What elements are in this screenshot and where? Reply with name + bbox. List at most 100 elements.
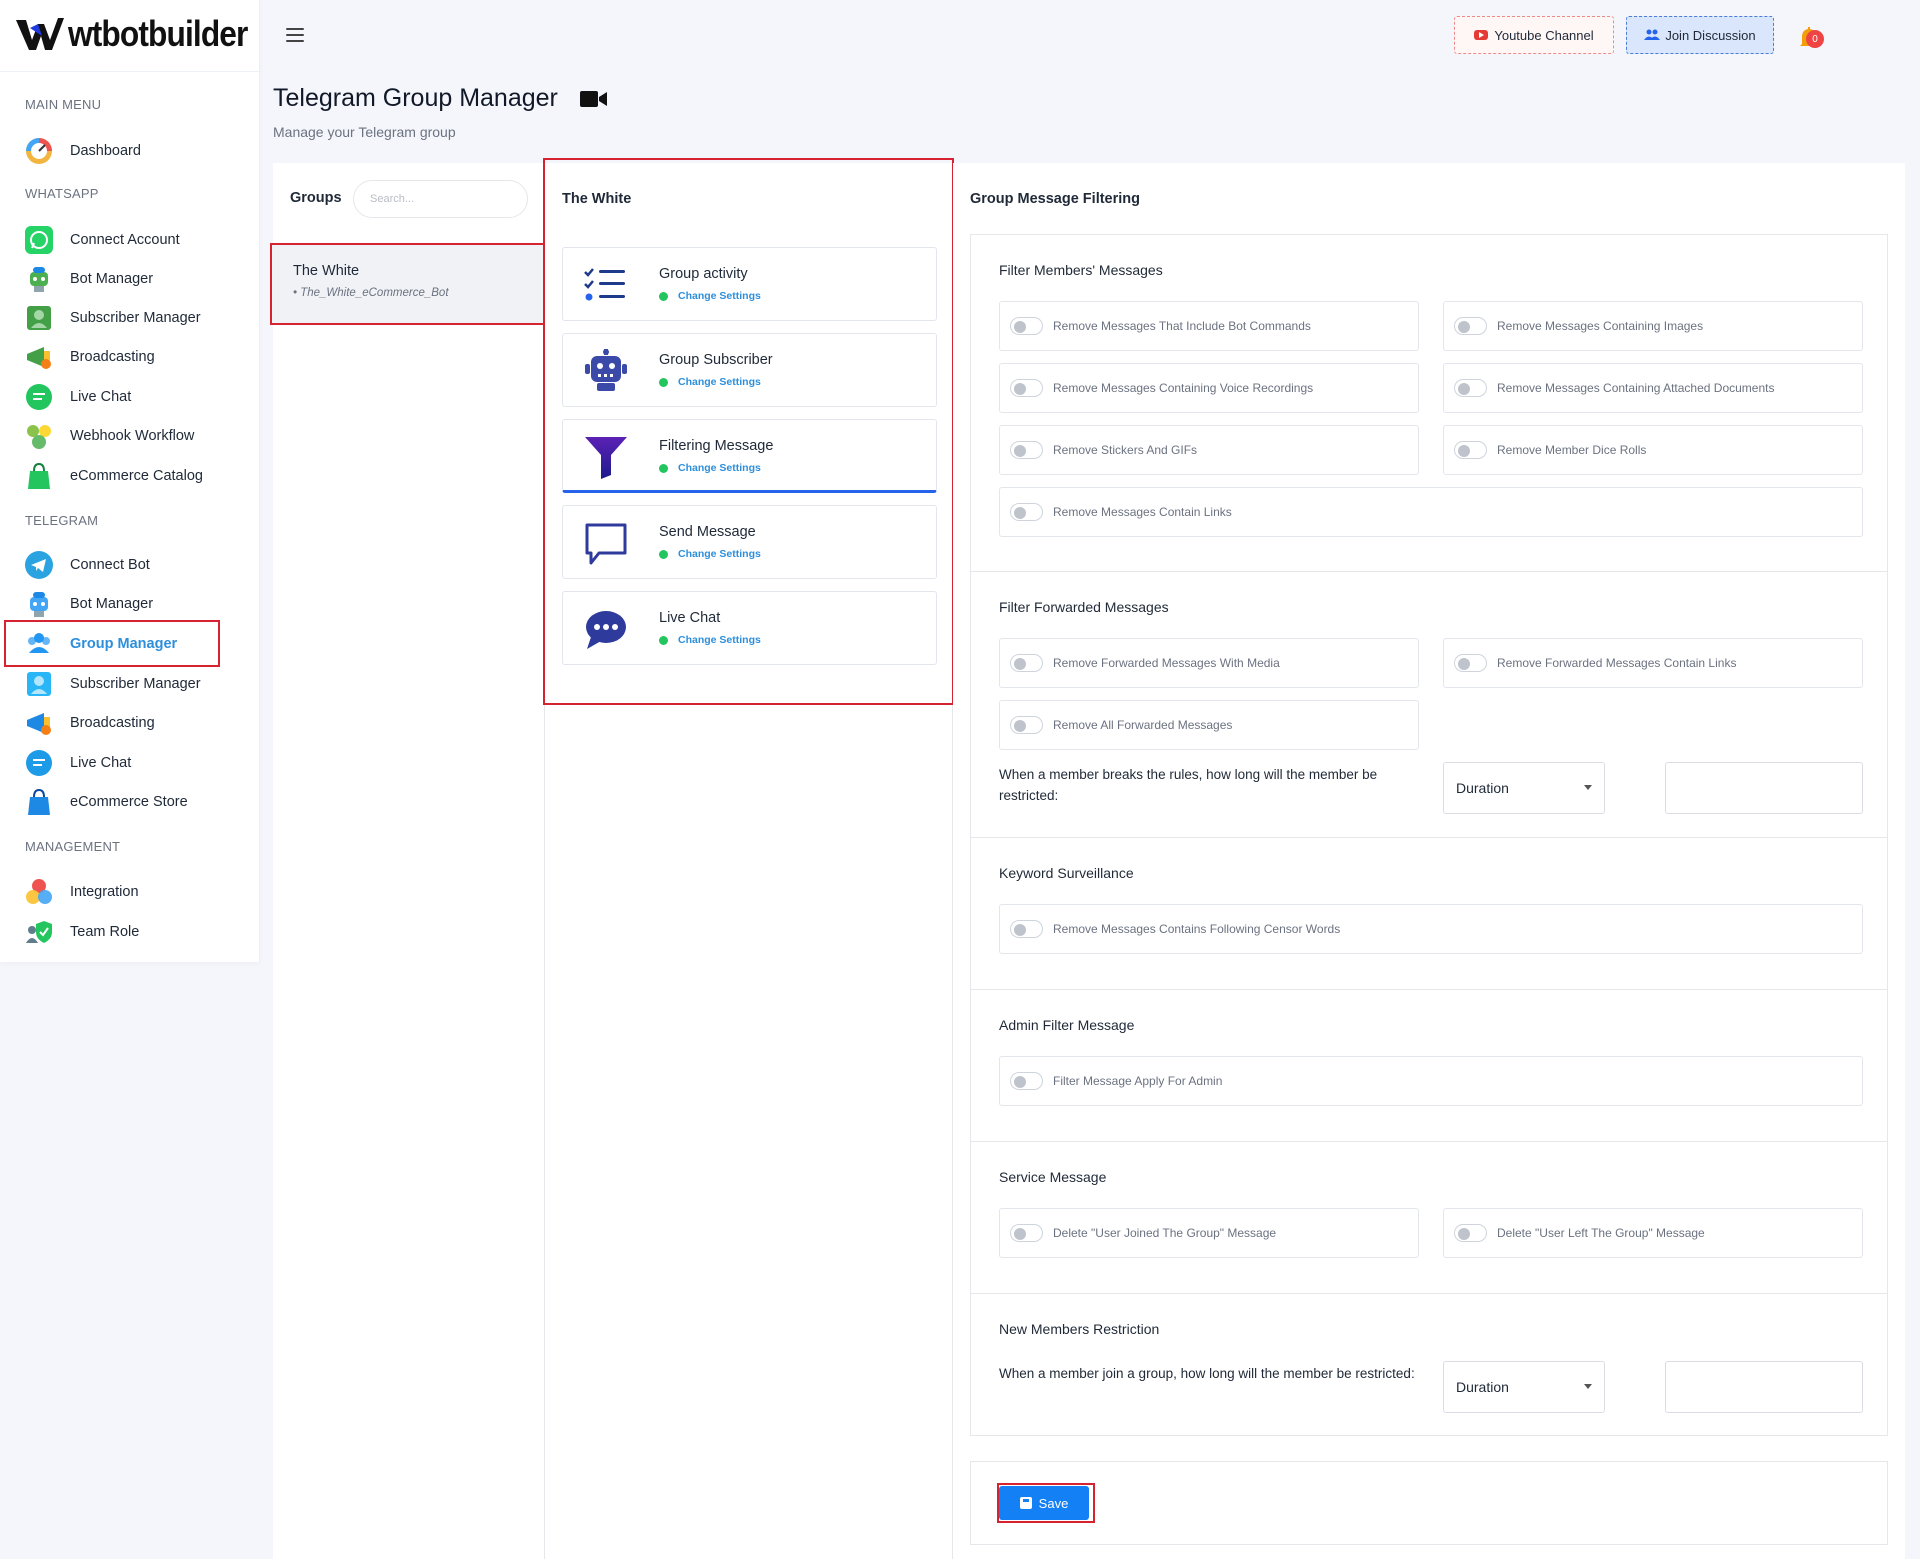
join-discussion-button[interactable]: Join Discussion	[1626, 16, 1774, 54]
toggle-switch[interactable]	[1010, 716, 1043, 734]
new-member-duration-select[interactable]: Duration	[1443, 1361, 1605, 1413]
change-settings-link[interactable]: Change Settings	[659, 634, 761, 646]
toggle-row-images: Remove Messages Containing Images	[1443, 301, 1863, 351]
setting-card-group-subscriber[interactable]: Group Subscriber Change Settings	[562, 333, 937, 407]
sidebar-item-bot-manager[interactable]: Bot Manager	[0, 260, 259, 298]
video-camera-icon[interactable]	[579, 89, 608, 109]
toggle-switch[interactable]	[1454, 441, 1487, 459]
setting-card-title: Group Subscriber	[659, 352, 773, 368]
toggle-switch[interactable]	[1010, 1072, 1043, 1090]
toggle-switch[interactable]	[1010, 1224, 1043, 1242]
youtube-icon	[1474, 30, 1489, 40]
sidebar-item-tg-broadcasting[interactable]: Broadcasting	[0, 704, 259, 742]
page-title: Telegram Group Manager	[273, 84, 608, 113]
toggle-row-user-left: Delete "User Left The Group" Message	[1443, 1208, 1863, 1258]
sidebar-item-live-chat[interactable]: Live Chat	[0, 378, 259, 416]
sidebar-item-dashboard[interactable]: Dashboard	[0, 132, 259, 170]
toggle-switch[interactable]	[1454, 379, 1487, 397]
section-new-members: New Members Restriction When a member jo…	[970, 1293, 1888, 1436]
toggle-switch[interactable]	[1454, 317, 1487, 335]
brand-logo[interactable]: wtbotbuilder	[14, 12, 272, 56]
sidebar-item-webhook-workflow[interactable]: Webhook Workflow	[0, 417, 259, 455]
sidebar-item-connect-account[interactable]: Connect Account	[0, 221, 259, 259]
join-discussion-label: Join Discussion	[1665, 27, 1756, 43]
sidebar-divider	[0, 71, 259, 72]
section-title: Filter Forwarded Messages	[999, 599, 1169, 615]
toggle-row-forwarded-media: Remove Forwarded Messages With Media	[999, 638, 1419, 688]
status-dot	[659, 549, 668, 559]
sidebar-item-tg-bot-manager[interactable]: Bot Manager	[0, 585, 259, 623]
sidebar-item-connect-bot[interactable]: Connect Bot	[0, 546, 259, 584]
sidebar-item-tg-live-chat[interactable]: Live Chat	[0, 744, 259, 782]
setting-card-send-message[interactable]: Send Message Change Settings	[562, 505, 937, 579]
toggle-row-admin-filter: Filter Message Apply For Admin	[999, 1056, 1863, 1106]
status-dot	[659, 377, 668, 387]
sidebar-item-label: Bot Manager	[70, 596, 154, 612]
toggle-switch[interactable]	[1010, 503, 1043, 521]
sidebar-item-label: Connect Bot	[70, 557, 150, 573]
toggle-label: Remove Messages That Include Bot Command…	[1053, 319, 1311, 333]
save-button[interactable]: Save	[999, 1486, 1089, 1520]
save-button-label: Save	[1038, 1495, 1069, 1511]
group-icon	[24, 629, 54, 659]
sidebar: wtbotbuilder MAIN MENU Dashboard WHATSAP…	[0, 0, 260, 962]
toggle-label: Remove Messages Containing Images	[1497, 319, 1704, 333]
sidebar-item-tg-subscriber-manager[interactable]: Subscriber Manager	[0, 665, 259, 703]
chevron-down-icon	[1584, 785, 1592, 790]
toggle-switch[interactable]	[1010, 920, 1043, 938]
sidebar-item-subscriber-manager[interactable]: Subscriber Manager	[0, 299, 259, 337]
robot-icon	[585, 349, 627, 391]
duration-input[interactable]	[1665, 762, 1863, 814]
sidebar-item-label: Broadcasting	[70, 715, 155, 731]
toggle-label: Remove Messages Containing Attached Docu…	[1497, 381, 1775, 395]
sidebar-item-integration[interactable]: Integration	[0, 873, 259, 911]
change-settings-link[interactable]: Change Settings	[659, 548, 761, 560]
youtube-channel-button[interactable]: Youtube Channel	[1454, 16, 1614, 54]
menu-toggle-button[interactable]	[286, 28, 304, 42]
shopping-bag-icon	[24, 461, 54, 491]
section-title: Service Message	[999, 1169, 1107, 1185]
sidebar-item-label: eCommerce Store	[70, 794, 188, 810]
setting-card-filtering-message[interactable]: Filtering Message Change Settings	[562, 419, 937, 493]
toggle-switch[interactable]	[1454, 1224, 1487, 1242]
new-member-duration-input[interactable]	[1665, 1361, 1863, 1413]
groups-panel: Groups The White • The_White_eCommerce_B…	[273, 163, 545, 1559]
toggle-switch[interactable]	[1010, 654, 1043, 672]
section-filter-members: Filter Members' Messages Remove Messages…	[970, 234, 1888, 572]
duration-select-value: Duration	[1456, 1379, 1509, 1395]
sidebar-item-team-role[interactable]: Team Role	[0, 913, 259, 951]
change-settings-link[interactable]: Change Settings	[659, 290, 761, 302]
toggle-switch[interactable]	[1454, 654, 1487, 672]
change-settings-label: Change Settings	[678, 290, 761, 302]
toggle-switch[interactable]	[1010, 379, 1043, 397]
change-settings-link[interactable]: Change Settings	[659, 376, 761, 388]
toggle-switch[interactable]	[1010, 441, 1043, 459]
change-settings-label: Change Settings	[678, 462, 761, 474]
telegram-icon	[24, 550, 54, 580]
subscriber-icon	[24, 669, 54, 699]
sidebar-item-broadcasting[interactable]: Broadcasting	[0, 338, 259, 376]
group-search-input[interactable]	[353, 180, 528, 218]
message-bubble-icon	[585, 523, 627, 565]
change-settings-link[interactable]: Change Settings	[659, 462, 761, 474]
groups-header: Groups	[290, 190, 342, 206]
group-settings-panel: The White Group activity Change Settings…	[545, 163, 953, 1559]
toggle-row-stickers: Remove Stickers And GIFs	[999, 425, 1419, 475]
sidebar-item-group-manager[interactable]: Group Manager	[0, 625, 259, 663]
duration-select[interactable]: Duration	[1443, 762, 1605, 814]
section-management: MANAGEMENT	[25, 839, 121, 854]
chat-bubble-icon	[586, 611, 626, 649]
toggle-label: Delete "User Joined The Group" Message	[1053, 1226, 1277, 1240]
section-title: Keyword Surveillance	[999, 865, 1134, 881]
setting-card-group-activity[interactable]: Group activity Change Settings	[562, 247, 937, 321]
group-list-item[interactable]: The White • The_White_eCommerce_Bot	[273, 243, 544, 323]
sidebar-item-ecommerce-catalog[interactable]: eCommerce Catalog	[0, 457, 259, 495]
section-title: New Members Restriction	[999, 1321, 1160, 1337]
toggle-switch[interactable]	[1010, 317, 1043, 335]
toggle-row-user-joined: Delete "User Joined The Group" Message	[999, 1208, 1419, 1258]
robot-icon	[24, 264, 54, 294]
toggle-label: Remove Forwarded Messages With Media	[1053, 656, 1280, 670]
sidebar-item-label: Webhook Workflow	[70, 428, 195, 444]
setting-card-live-chat[interactable]: Live Chat Change Settings	[562, 591, 937, 665]
sidebar-item-ecommerce-store[interactable]: eCommerce Store	[0, 783, 259, 821]
